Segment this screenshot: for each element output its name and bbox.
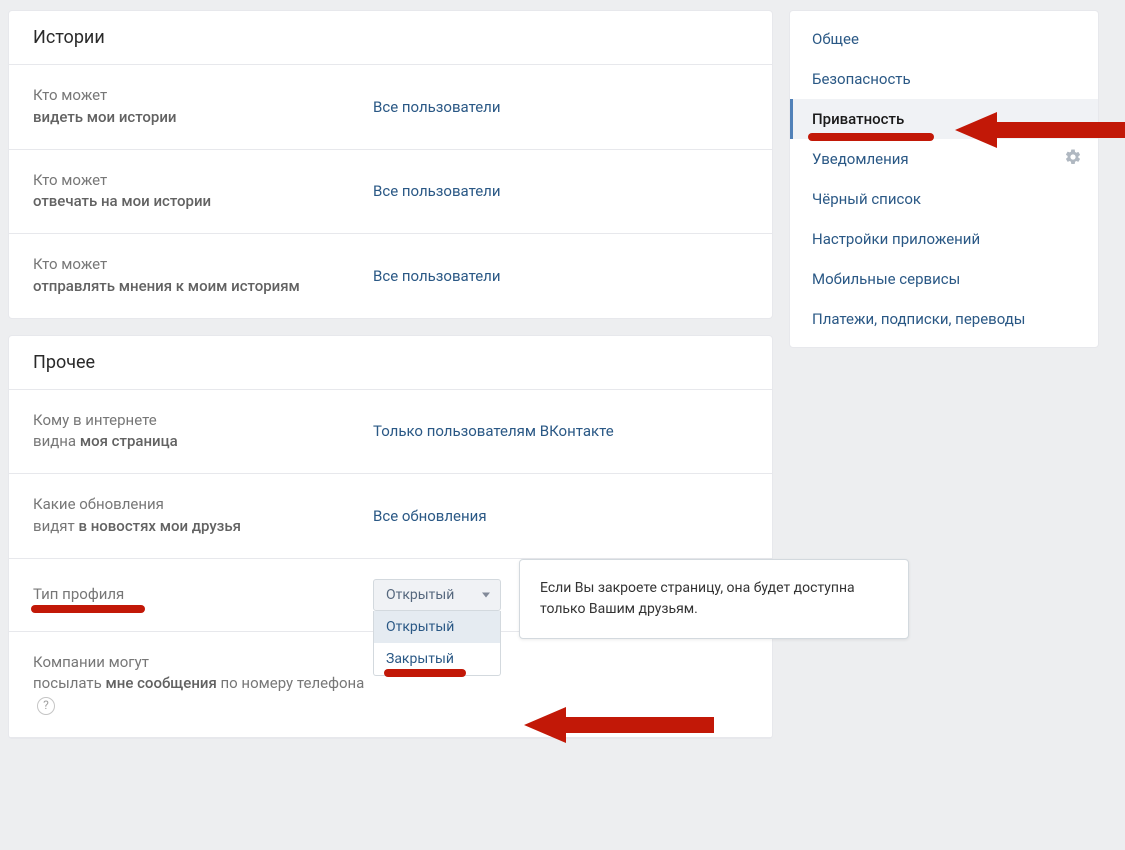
stories-row-reply: Кто может отвечать на мои истории Все по… bbox=[9, 150, 772, 235]
sidebar-item-app-settings[interactable]: Настройки приложений bbox=[790, 219, 1098, 259]
stories-row-see: Кто может видеть мои истории Все пользов… bbox=[9, 65, 772, 150]
stories-row-see-label: Кто может видеть мои истории bbox=[33, 85, 373, 129]
other-row-page-visibility-label: Кому в интернете видна моя страница bbox=[33, 410, 373, 454]
help-icon[interactable]: ? bbox=[37, 697, 55, 715]
stories-card: Истории Кто может видеть мои истории Все… bbox=[8, 10, 773, 319]
sidebar-item-mobile[interactable]: Мобильные сервисы bbox=[790, 259, 1098, 299]
other-row-profile-type: Тип профиля Открытый Открытый Закрытый Е… bbox=[9, 559, 772, 632]
annotation-arrow-closed bbox=[524, 703, 714, 747]
chevron-down-icon bbox=[482, 592, 490, 597]
profile-type-dropdown-selected[interactable]: Открытый bbox=[373, 579, 501, 611]
sidebar-item-general[interactable]: Общее bbox=[790, 19, 1098, 59]
stories-row-opinions-value[interactable]: Все пользователи bbox=[373, 267, 501, 285]
profile-type-dropdown[interactable]: Открытый Открытый Закрытый bbox=[373, 579, 501, 611]
other-header: Прочее bbox=[9, 336, 772, 390]
sidebar-item-security[interactable]: Безопасность bbox=[790, 59, 1098, 99]
profile-type-option-closed[interactable]: Закрытый bbox=[374, 643, 500, 675]
stories-row-reply-value[interactable]: Все пользователи bbox=[373, 182, 501, 200]
stories-row-reply-label: Кто может отвечать на мои истории bbox=[33, 170, 373, 214]
other-row-updates-label: Какие обновления видят в новостях мои др… bbox=[33, 494, 373, 538]
sidebar-item-payments[interactable]: Платежи, подписки, переводы bbox=[790, 299, 1098, 339]
other-row-updates-value[interactable]: Все обновления bbox=[373, 507, 487, 525]
sidebar-item-blacklist[interactable]: Чёрный список bbox=[790, 179, 1098, 219]
stories-row-see-value[interactable]: Все пользователи bbox=[373, 98, 501, 116]
annotation-arrow-privacy bbox=[955, 108, 1125, 152]
other-row-updates: Какие обновления видят в новостях мои др… bbox=[9, 474, 772, 559]
other-row-page-visibility: Кому в интернете видна моя страница Толь… bbox=[9, 390, 772, 475]
other-row-page-visibility-value[interactable]: Только пользователям ВКонтакте bbox=[373, 422, 614, 440]
stories-row-opinions: Кто может отправлять мнения к моим истор… bbox=[9, 234, 772, 318]
profile-type-dropdown-list: Открытый Закрытый bbox=[373, 611, 501, 676]
annotation-underline-closed bbox=[384, 669, 466, 677]
stories-header: Истории bbox=[9, 11, 772, 65]
stories-row-opinions-label: Кто может отправлять мнения к моим истор… bbox=[33, 254, 373, 298]
profile-type-option-open[interactable]: Открытый bbox=[374, 611, 500, 643]
profile-type-tooltip: Если Вы закроете страницу, она будет дос… bbox=[519, 559, 909, 639]
other-card: Прочее Кому в интернете видна моя страни… bbox=[8, 335, 773, 739]
annotation-underline-profile-type bbox=[31, 605, 145, 613]
other-row-companies-label: Компании могут посылать мне сообщения по… bbox=[33, 652, 373, 717]
sidebar-menu: Общее Безопасность Приватность Уведомлен… bbox=[789, 10, 1099, 348]
main-column: Истории Кто может видеть мои истории Все… bbox=[8, 10, 773, 850]
profile-type-label: Тип профиля bbox=[33, 584, 373, 606]
